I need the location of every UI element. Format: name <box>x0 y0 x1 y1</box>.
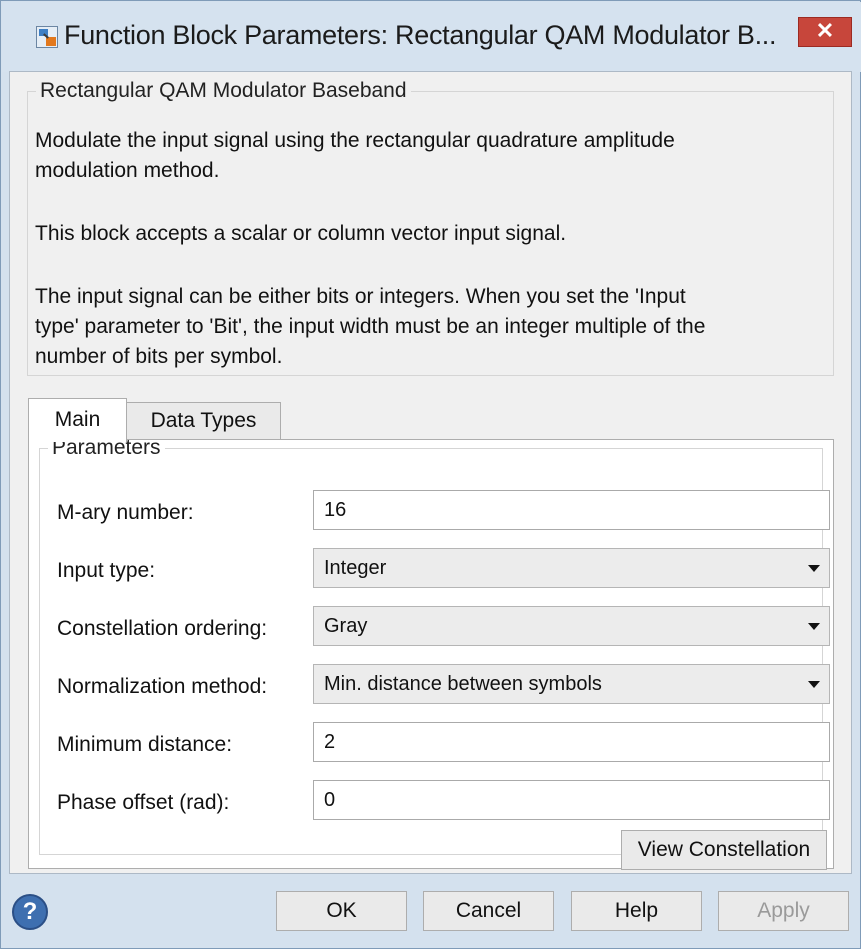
minimum-distance-label: Minimum distance: <box>57 733 233 756</box>
tab-panel-main: Parameters M-ary number: 16 Input type: … <box>28 436 834 870</box>
dialog-window: Function Block Parameters: Rectangular Q… <box>0 0 861 949</box>
description-line: number of bits per symbol. <box>35 345 283 368</box>
chevron-down-icon <box>808 681 820 688</box>
mary-number-label: M-ary number: <box>57 501 194 524</box>
dialog-content: Rectangular QAM Modulator Baseband Modul… <box>9 71 852 874</box>
window-title: Function Block Parameters: Rectangular Q… <box>64 20 777 50</box>
description-line: type' parameter to 'Bit', the input widt… <box>35 315 706 338</box>
cancel-button[interactable]: Cancel <box>423 891 554 931</box>
input-type-value: Integer <box>324 557 387 579</box>
constellation-ordering-select[interactable]: Gray <box>313 606 830 646</box>
close-button[interactable]: ✕ <box>798 17 852 47</box>
apply-button[interactable]: Apply <box>718 891 849 931</box>
view-constellation-button[interactable]: View Constellation <box>621 830 827 870</box>
ok-button[interactable]: OK <box>276 891 407 931</box>
mary-number-input[interactable]: 16 <box>313 490 830 530</box>
tab-data-types[interactable]: Data Types <box>126 402 281 440</box>
simulink-block-icon <box>36 26 58 48</box>
normalization-method-value: Min. distance between symbols <box>324 673 602 695</box>
description-line: modulation method. <box>35 159 220 182</box>
input-type-select[interactable]: Integer <box>313 548 830 588</box>
minimum-distance-input[interactable]: 2 <box>313 722 830 762</box>
chevron-down-icon <box>808 565 820 572</box>
description-line: The input signal can be either bits or i… <box>35 285 686 308</box>
constellation-ordering-label: Constellation ordering: <box>57 617 268 640</box>
description-line: Modulate the input signal using the rect… <box>35 129 675 152</box>
description-line: This block accepts a scalar or column ve… <box>35 222 567 245</box>
title-bar[interactable]: Function Block Parameters: Rectangular Q… <box>2 2 861 72</box>
normalization-method-select[interactable]: Min. distance between symbols <box>313 664 830 704</box>
tab-main[interactable]: Main <box>28 398 127 442</box>
phase-offset-input[interactable]: 0 <box>313 780 830 820</box>
help-icon[interactable]: ? <box>12 894 48 930</box>
constellation-ordering-value: Gray <box>324 615 368 637</box>
input-type-label: Input type: <box>57 559 156 582</box>
description-group-title: Rectangular QAM Modulator Baseband <box>40 79 407 102</box>
help-button[interactable]: Help <box>571 891 702 931</box>
phase-offset-label: Phase offset (rad): <box>57 791 230 814</box>
normalization-method-label: Normalization method: <box>57 675 268 698</box>
chevron-down-icon <box>808 623 820 630</box>
